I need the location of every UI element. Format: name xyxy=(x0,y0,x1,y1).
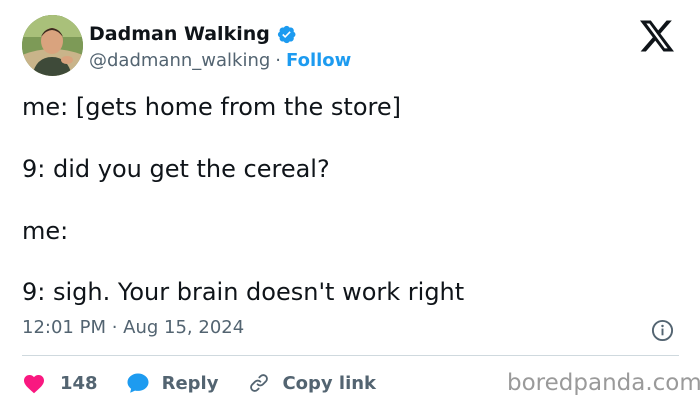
like-button[interactable]: 148 xyxy=(22,372,98,394)
tweet-timestamp[interactable]: 12:01 PM · Aug 15, 2024 xyxy=(22,317,244,338)
reply-label: Reply xyxy=(161,372,219,394)
watermark: boredpanda.com xyxy=(507,370,700,396)
tweet-text-line: 9: sigh. Your brain doesn't work right xyxy=(22,278,465,306)
author-display-name[interactable]: Dadman Walking xyxy=(89,23,270,45)
author-handle[interactable]: @dadmann_walking xyxy=(89,50,270,71)
x-logo-icon[interactable] xyxy=(638,19,676,53)
avatar[interactable] xyxy=(22,15,83,76)
divider xyxy=(22,355,679,356)
tweet-text-line: me: xyxy=(22,217,69,245)
follow-button[interactable]: Follow xyxy=(286,50,351,71)
action-bar: 148 Reply Copy link xyxy=(22,368,376,398)
verified-badge-icon xyxy=(276,24,297,45)
author-handle-row: @dadmann_walking · Follow xyxy=(89,48,351,72)
reply-bubble-icon xyxy=(127,373,149,393)
tweet-text-line: 9: did you get the cereal? xyxy=(22,155,330,183)
copy-link-button[interactable]: Copy link xyxy=(248,372,376,394)
tweet-text-line: me: [gets home from the store] xyxy=(22,93,401,121)
info-icon[interactable] xyxy=(651,319,674,342)
link-icon xyxy=(250,374,269,392)
reply-button[interactable]: Reply xyxy=(126,372,219,394)
copy-link-label: Copy link xyxy=(282,372,377,394)
handle-separator: · xyxy=(275,49,282,71)
like-count: 148 xyxy=(60,372,98,394)
avatar-image xyxy=(22,15,83,76)
author-name-row: Dadman Walking xyxy=(89,21,297,47)
heart-icon xyxy=(24,375,44,394)
